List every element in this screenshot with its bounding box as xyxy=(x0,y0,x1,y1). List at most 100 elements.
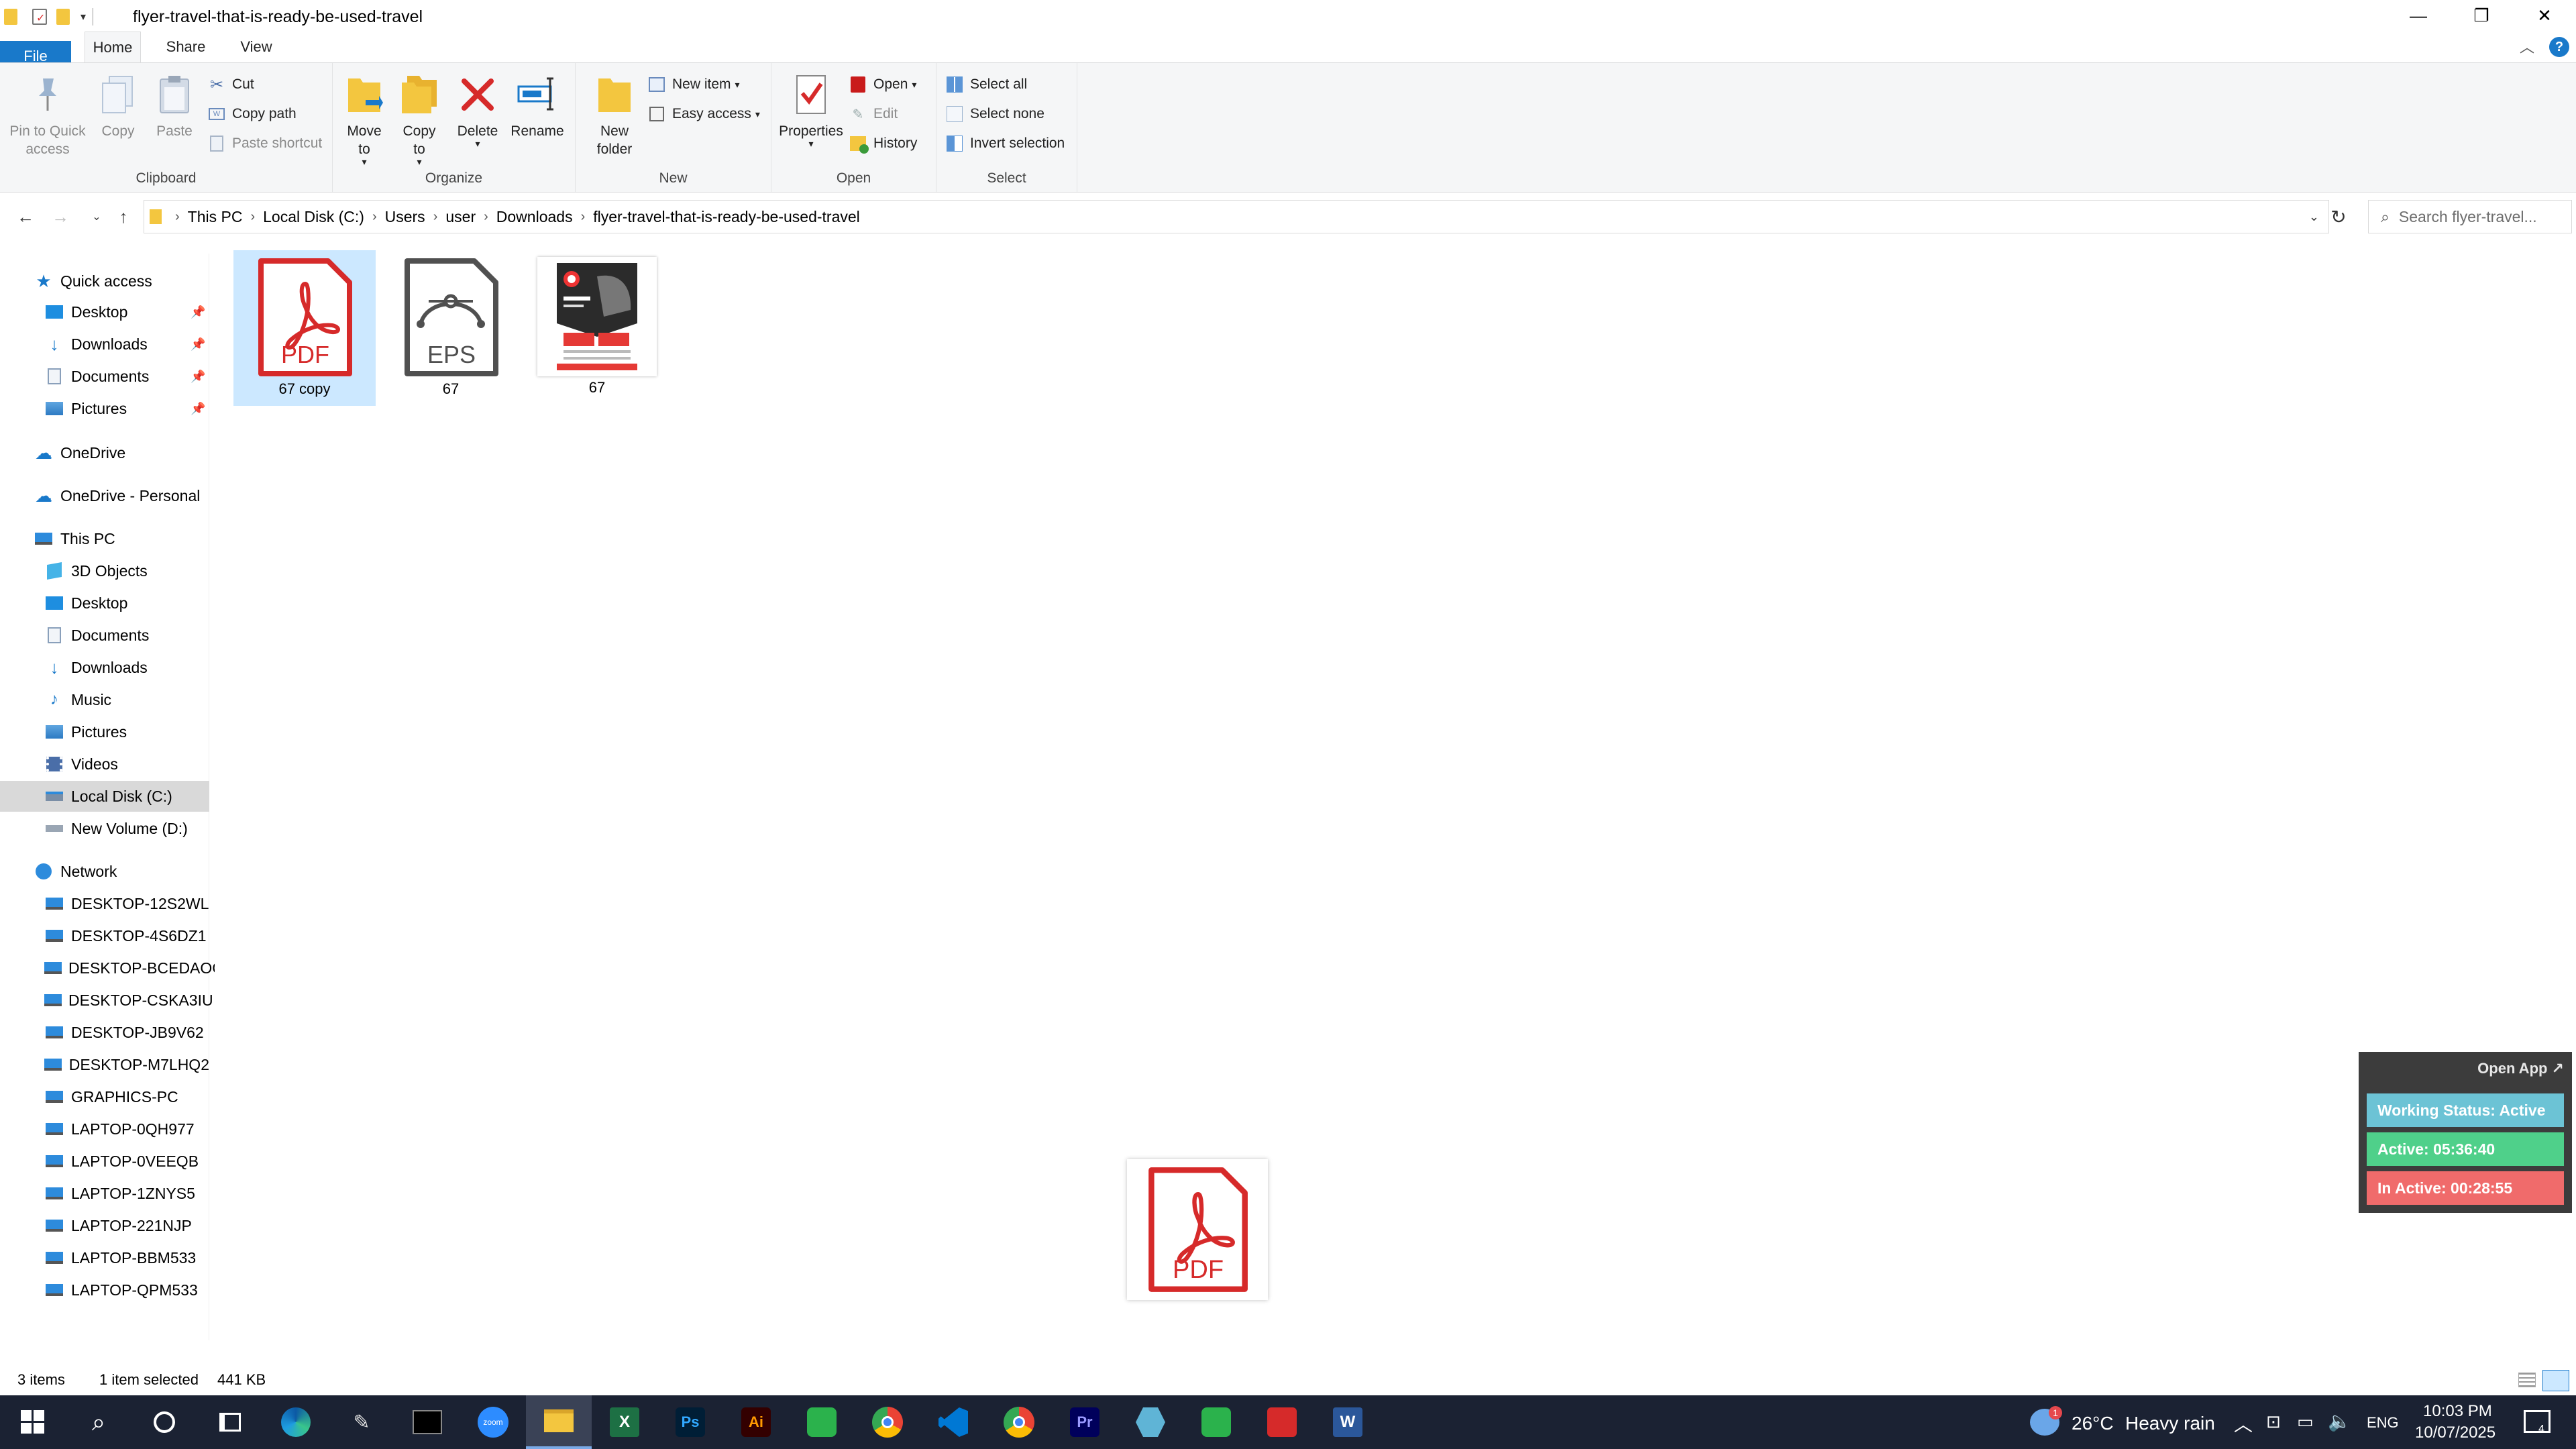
taskbar-vscode[interactable] xyxy=(920,1395,986,1449)
nav-pc-desktop[interactable]: Desktop xyxy=(0,588,209,619)
minimize-button[interactable]: — xyxy=(2387,0,2450,31)
invert-selection-button[interactable]: Invert selection xyxy=(945,130,1065,157)
taskbar-photoshop[interactable]: Ps xyxy=(657,1395,723,1449)
new-folder-qa-icon[interactable] xyxy=(56,9,70,25)
nav-network-computer[interactable]: DESKTOP-CSKA3IU xyxy=(0,985,213,1016)
nav-network-computer[interactable]: DESKTOP-M7LHQ2 xyxy=(0,1049,209,1080)
nav-3d-objects[interactable]: 3D Objects xyxy=(0,555,209,586)
recent-locations-button[interactable]: ⌄ xyxy=(83,202,110,231)
nav-network-computer[interactable]: LAPTOP-221NJP xyxy=(0,1210,209,1241)
pin-quick-access-button[interactable]: Pin to Quick access xyxy=(4,71,91,158)
search-button[interactable]: ⌕ xyxy=(66,1395,131,1449)
taskbar-green-app[interactable] xyxy=(789,1395,855,1449)
open-app-link[interactable]: Open App ↗ xyxy=(2477,1060,2564,1077)
tab-share[interactable]: Share xyxy=(156,32,216,62)
nav-qa-downloads[interactable]: ↓ Downloads 📌 xyxy=(0,329,209,360)
taskbar-chrome-2[interactable] xyxy=(986,1395,1052,1449)
address-dropdown-icon[interactable]: ⌄ xyxy=(2309,210,2319,224)
pin-icon[interactable]: 📌 xyxy=(191,305,205,319)
properties-qa-icon[interactable]: ✓ xyxy=(32,9,47,25)
nav-onedrive[interactable]: ☁ OneDrive xyxy=(0,437,209,468)
rename-button[interactable]: Rename xyxy=(507,71,568,140)
nav-network-computer[interactable]: DESKTOP-JB9V62 xyxy=(0,1017,209,1048)
copy-to-button[interactable]: Copy to ▾ xyxy=(394,71,444,166)
file-item-eps[interactable]: EPS 67 xyxy=(380,250,522,406)
taskbar-excel[interactable]: X xyxy=(592,1395,657,1449)
nav-network-computer[interactable]: DESKTOP-12S2WL xyxy=(0,888,209,919)
nav-qa-pictures[interactable]: Pictures 📌 xyxy=(0,393,209,424)
nav-network-computer[interactable]: DESKTOP-4S6DZ1 xyxy=(0,920,209,951)
refresh-button[interactable]: ↻ xyxy=(2320,200,2357,233)
move-to-button[interactable]: Move to ▾ xyxy=(339,71,389,166)
taskbar-terminal[interactable] xyxy=(394,1395,460,1449)
nav-network[interactable]: Network xyxy=(0,856,209,887)
nav-pc-documents[interactable]: Documents xyxy=(0,620,209,651)
tab-view[interactable]: View xyxy=(228,32,284,62)
start-button[interactable] xyxy=(0,1395,66,1449)
cortana-button[interactable] xyxy=(131,1395,197,1449)
cut-button[interactable]: ✂ Cut xyxy=(207,71,254,98)
breadcrumb-downloads[interactable]: Downloads xyxy=(496,208,573,226)
nav-qa-documents[interactable]: Documents 📌 xyxy=(0,361,209,392)
customize-qa-icon[interactable]: ▾ xyxy=(80,10,86,23)
breadcrumb-users[interactable]: Users xyxy=(385,208,425,226)
paste-shortcut-button[interactable]: Paste shortcut xyxy=(207,130,322,157)
taskbar-chrome[interactable] xyxy=(855,1395,920,1449)
file-item-pdf[interactable]: PDF 67 copy xyxy=(233,250,376,406)
nav-pc-pictures[interactable]: Pictures xyxy=(0,716,209,747)
nav-onedrive-personal[interactable]: ☁ OneDrive - Personal xyxy=(0,480,209,511)
delete-button[interactable]: Delete ▾ xyxy=(453,71,502,148)
weather-desc[interactable]: Heavy rain xyxy=(2125,1413,2215,1434)
open-button[interactable]: Open ▾ xyxy=(848,71,916,98)
network-tray-icon[interactable]: ▭ xyxy=(2297,1411,2314,1432)
volume-icon[interactable]: 🔈 xyxy=(2328,1410,2351,1432)
copy-button[interactable]: Copy xyxy=(94,71,142,140)
copy-path-button[interactable]: W Copy path xyxy=(207,101,297,127)
nav-network-computer[interactable]: LAPTOP-BBM533 xyxy=(0,1242,209,1273)
nav-network-computer[interactable]: LAPTOP-0VEEQB xyxy=(0,1146,209,1177)
close-button[interactable]: ✕ xyxy=(2513,0,2576,31)
taskbar-acrobat[interactable] xyxy=(1249,1395,1315,1449)
nav-qa-desktop[interactable]: Desktop 📌 xyxy=(0,297,209,327)
breadcrumb-user[interactable]: user xyxy=(445,208,476,226)
nav-this-pc[interactable]: This PC xyxy=(0,523,209,554)
pin-icon[interactable]: 📌 xyxy=(191,337,205,352)
nav-videos[interactable]: Videos xyxy=(0,749,209,780)
restore-button[interactable]: ❐ xyxy=(2450,0,2513,31)
select-all-button[interactable]: Select all xyxy=(945,71,1027,98)
taskbar-edge[interactable] xyxy=(263,1395,329,1449)
taskbar-file-explorer[interactable] xyxy=(526,1395,592,1449)
taskbar-pen-app[interactable]: ✎ xyxy=(329,1395,394,1449)
nav-new-volume-d[interactable]: New Volume (D:) xyxy=(0,813,209,844)
breadcrumb-current-folder[interactable]: flyer-travel-that-is-ready-be-used-trave… xyxy=(593,208,860,226)
file-item-image[interactable]: 67 xyxy=(526,250,668,406)
nav-network-computer[interactable]: LAPTOP-0QH977 xyxy=(0,1114,209,1144)
search-input[interactable]: ⌕ Search flyer-travel... xyxy=(2368,200,2572,233)
nav-pc-downloads[interactable]: ↓ Downloads xyxy=(0,652,209,683)
help-icon[interactable]: ? xyxy=(2549,37,2569,57)
tab-home[interactable]: Home xyxy=(85,32,141,62)
taskbar-premiere[interactable]: Pr xyxy=(1052,1395,1118,1449)
taskbar-green-app-2[interactable] xyxy=(1183,1395,1249,1449)
large-icons-view-icon[interactable] xyxy=(2542,1370,2569,1391)
new-folder-button[interactable]: New folder xyxy=(589,71,640,158)
nav-quick-access[interactable]: ★ Quick access xyxy=(0,266,209,297)
pin-icon[interactable]: 📌 xyxy=(191,402,205,416)
taskbar-blue-app[interactable] xyxy=(1118,1395,1183,1449)
task-view-button[interactable] xyxy=(197,1395,263,1449)
select-none-button[interactable]: Select none xyxy=(945,101,1044,127)
taskbar-zoom[interactable]: zoom xyxy=(460,1395,526,1449)
easy-access-button[interactable]: Easy access ▾ xyxy=(647,101,760,127)
nav-music[interactable]: ♪ Music xyxy=(0,684,209,715)
back-button[interactable]: ← xyxy=(12,202,39,231)
up-button[interactable]: ↑ xyxy=(110,202,137,231)
paste-button[interactable]: Paste xyxy=(148,71,201,140)
clock-date[interactable]: 10/07/2025 xyxy=(2415,1424,2496,1442)
forward-button[interactable]: → xyxy=(47,202,74,231)
notification-icon[interactable] xyxy=(2524,1410,2551,1433)
nav-network-computer[interactable]: LAPTOP-QPM533 xyxy=(0,1275,209,1305)
weather-temp[interactable]: 26°C xyxy=(2072,1413,2114,1434)
nav-local-disk-c[interactable]: Local Disk (C:) xyxy=(0,781,209,812)
chevron-up-icon[interactable]: ︿ xyxy=(2234,1410,2253,1437)
taskbar-illustrator[interactable]: Ai xyxy=(723,1395,789,1449)
